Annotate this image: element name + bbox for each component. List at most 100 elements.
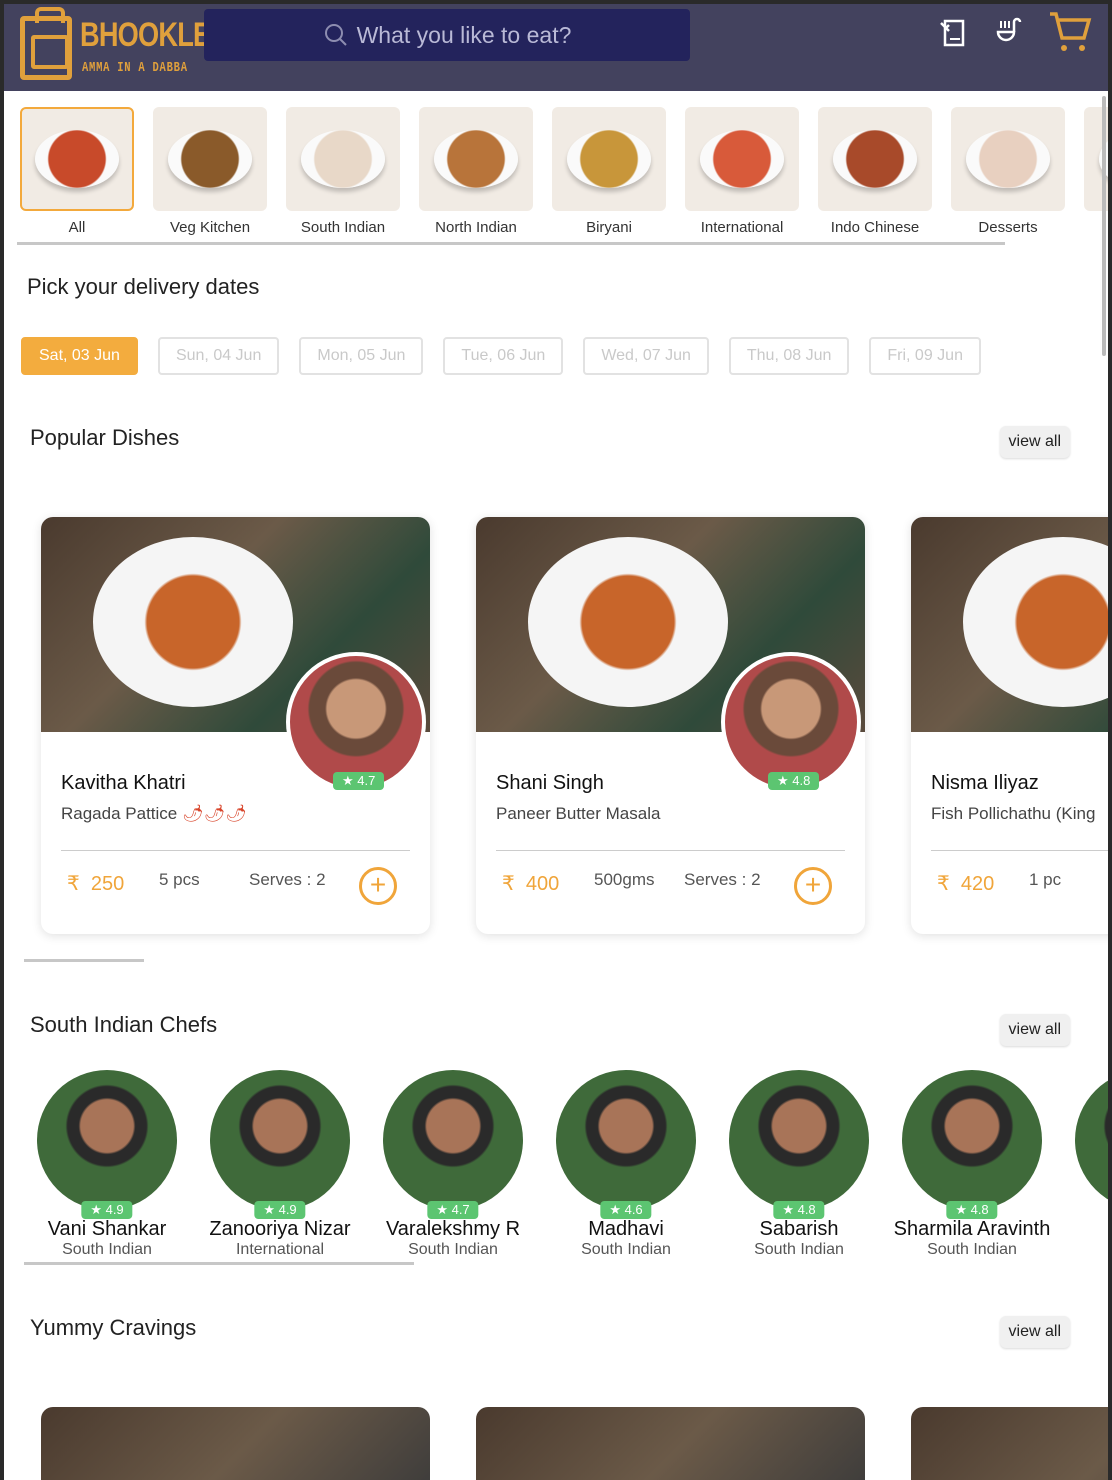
brand-name: BHOOKLE. [80,16,218,54]
popular-scrollbar[interactable] [24,959,144,962]
rupee-icon: ₹ [937,873,950,895]
dish-name-text: Ragada Pattice [61,804,178,823]
chef-profile[interactable]: ★ 4.8 Sabarish South Indian [714,1070,884,1259]
category-label: Veg Kitchen [169,219,251,236]
chefs-title: South Indian Chefs [30,1012,218,1037]
chef-avatar [902,1070,1042,1210]
craving-card[interactable] [911,1407,1108,1480]
chef-profile[interactable]: ★ 4.6 Madhavi South Indian [541,1070,711,1259]
date-option[interactable]: Tue, 06 Jun [443,337,564,375]
popular-dishes-title: Popular Dishes [30,425,180,450]
chef-profile[interactable]: ★ 4.7 Varalekshmy R South Indian [368,1070,538,1259]
category-international[interactable]: International [685,107,799,236]
menu-book-icon[interactable] [938,16,970,48]
chef-ladle-icon[interactable] [994,16,1024,48]
chef-avatar [1075,1070,1108,1210]
price-value: 400 [525,873,560,895]
chef-avatar [729,1070,869,1210]
chef-avatar [286,652,426,792]
chef-cuisine: South Indian [62,1241,152,1258]
category-north-indian[interactable]: North Indian [419,107,533,236]
header: BHOOKLE. AMMA IN A DABBA What you like t… [4,4,1108,91]
rating-badge: ★ 4.9 [254,1201,306,1219]
dish-name-text: Fish Pollichathu (King [931,804,1096,823]
dish-card[interactable]: Nisma Iliyaz Fish Pollichathu (King ₹ 420… [911,517,1108,934]
popular-view-all-button[interactable]: view all [999,426,1070,458]
category-veg-kitchen[interactable]: Veg Kitchen [153,107,267,236]
chef-cuisine: South Indian [581,1241,671,1258]
category-image [286,107,400,211]
dish-card[interactable]: ★ 4.8 Shani Singh Paneer Butter Masala ₹ 4… [476,517,865,934]
chefs-view-all-button[interactable]: view all [999,1014,1070,1046]
category-strip: All Veg Kitchen South Indian North Indian Bi… [4,104,1108,244]
category-label: South Indian [300,219,386,236]
date-option[interactable]: Wed, 07 Jun [583,337,709,375]
price: ₹ 250 [67,871,124,896]
rating-badge: ★ 4.7 [427,1201,479,1219]
rating-badge: ★ 4.8 [768,772,820,790]
app: BHOOKLE. AMMA IN A DABBA What you like t… [4,4,1108,1480]
chef-name: Sharmila Aravinth [893,1218,1051,1240]
category-image [552,107,666,211]
search-input[interactable]: What you like to eat? [204,9,690,61]
date-option[interactable]: Fri, 09 Jun [869,337,981,375]
chili-icon: 🌶🌶🌶 [181,804,247,823]
date-option[interactable]: Sun, 04 Jun [157,337,280,375]
chef-name: Nisma Iliyaz [931,772,1039,794]
date-option[interactable]: Sat, 03 Jun [21,337,138,375]
category-label: All [68,219,86,236]
chef-cuisine: South Indian [927,1241,1017,1258]
serves: Serves : 2 [249,870,326,889]
category-image [818,107,932,211]
dish-name: Fish Pollichathu (King [931,804,1095,824]
rupee-icon: ₹ [502,873,515,895]
category-indo-chinese[interactable]: Indo Chinese [818,107,932,236]
cart-icon[interactable] [1048,10,1092,54]
logo[interactable]: BHOOKLE. AMMA IN A DABBA [20,7,218,82]
price-value: 250 [90,873,125,895]
page-scrollbar[interactable] [1102,96,1106,356]
category-desserts[interactable]: Desserts [951,107,1065,236]
chef-name: Zanooriya Nizar [209,1218,351,1240]
category-label: Desserts [978,219,1038,236]
category-biryani[interactable]: Biryani [552,107,666,236]
rating-badge: ★ 4.6 [600,1201,652,1219]
search-placeholder: What you like to eat? [356,21,572,48]
category-label: International [700,219,784,236]
chef-profile[interactable]: NcS [1060,1070,1108,1259]
date-option[interactable]: Mon, 05 Jun [299,337,424,375]
category-image [951,107,1065,211]
delivery-dates-title: Pick your delivery dates [27,274,260,299]
brand-tagline: AMMA IN A DABBA [82,60,188,76]
dish-name: Ragada Pattice 🌶🌶🌶 [61,804,247,824]
craving-card[interactable] [476,1407,865,1480]
chef-profile[interactable]: ★ 4.9 Vani Shankar South Indian [22,1070,192,1259]
dabba-icon [20,7,72,80]
date-option[interactable]: Thu, 08 Jun [728,337,850,375]
category-label: Indo Chinese [830,219,920,236]
serves: Serves : 2 [684,870,761,889]
chef-profile[interactable]: ★ 4.8 Sharmila Aravinth South Indian [887,1070,1057,1259]
dish-card[interactable]: ★ 4.7 Kavitha Khatri Ragada Pattice 🌶🌶🌶 ₹ 2… [41,517,430,934]
add-to-cart-button[interactable]: + [359,867,397,905]
chef-cuisine: S [1060,1241,1108,1259]
price: ₹ 420 [937,871,994,896]
rating-badge: ★ 4.9 [81,1201,133,1219]
chef-profile[interactable]: ★ 4.9 Zanooriya Nizar International [195,1070,365,1259]
cravings-view-all-button[interactable]: view all [999,1316,1070,1348]
add-to-cart-button[interactable]: + [794,867,832,905]
chefs-scrollbar[interactable] [24,1262,414,1265]
rating-badge: ★ 4.8 [946,1201,998,1219]
category-image [20,107,134,211]
craving-card[interactable] [41,1407,430,1480]
chef-name: Varalekshmy R [385,1218,521,1240]
quantity: 5 pcs [159,870,200,889]
price: ₹ 400 [502,871,559,896]
dish-plate-image [93,537,293,707]
category-all[interactable]: All [20,107,134,236]
category-scrollbar[interactable] [17,242,1005,245]
chef-cuisine: International [235,1241,325,1258]
dish-plate-image [528,537,728,707]
rupee-icon: ₹ [67,873,80,895]
category-south-indian[interactable]: South Indian [286,107,400,236]
